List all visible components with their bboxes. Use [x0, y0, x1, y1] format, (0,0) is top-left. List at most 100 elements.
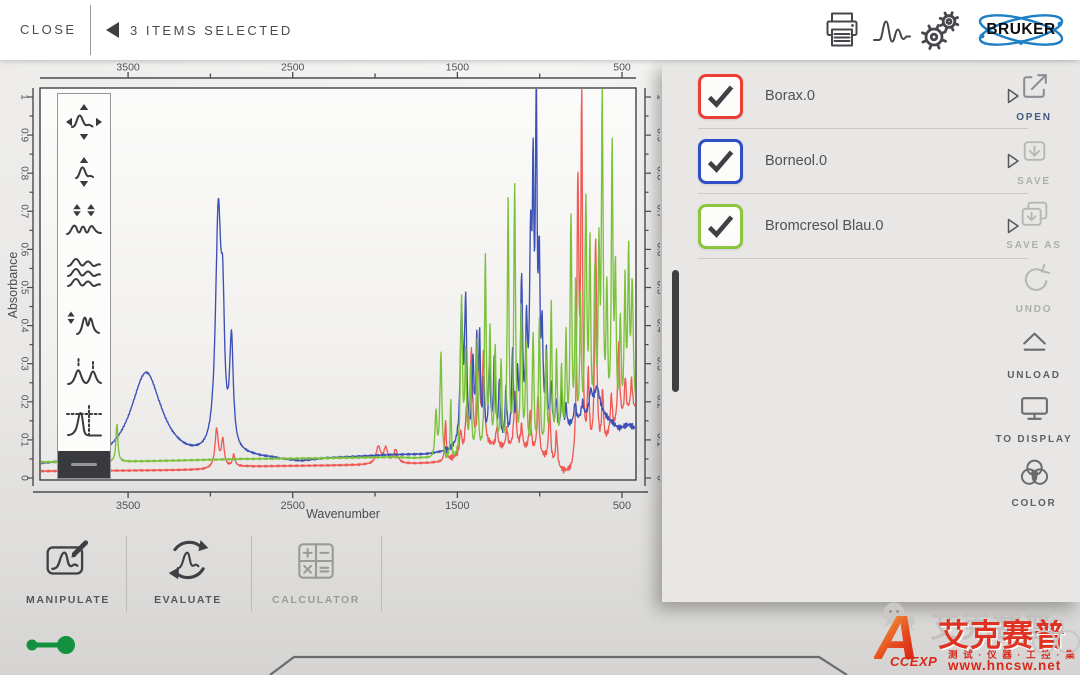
svg-text:0.9: 0.9	[19, 128, 30, 142]
check-icon	[707, 214, 734, 238]
eject-icon	[1018, 328, 1051, 361]
printer-icon	[824, 11, 860, 49]
action-label: SAVE AS	[990, 240, 1078, 251]
tool-show-peaks[interactable]	[62, 351, 106, 395]
svg-text:0.9: 0.9	[655, 128, 661, 142]
x-axis-label: Wavenumber	[243, 507, 443, 521]
palette-drag-handle[interactable]	[58, 451, 110, 478]
check-icon	[707, 149, 734, 173]
show-peaks-icon	[64, 353, 104, 393]
svg-text:0.3: 0.3	[655, 357, 661, 371]
scale-y-icon	[64, 152, 104, 192]
tool-scale-peaks[interactable]	[62, 200, 106, 244]
spectrum-list-item[interactable]: Bromcresol Blau.0	[698, 194, 1028, 259]
settings-gears-icon	[919, 9, 962, 52]
svg-text:1500: 1500	[446, 62, 470, 74]
check-icon	[707, 84, 734, 108]
svg-text:0.5: 0.5	[655, 281, 661, 295]
open-external-icon	[1018, 70, 1051, 103]
settings-button[interactable]	[919, 9, 962, 52]
bottom-action-calculator[interactable]: CALCULATOR	[252, 537, 380, 606]
spectrum-toolbar	[57, 93, 111, 479]
zoom-cursor-icon	[64, 403, 104, 443]
spectrum-name: Borax.0	[765, 88, 1007, 104]
action-open[interactable]: OPEN	[990, 70, 1078, 123]
spectrum-name: Borneol.0	[765, 153, 1007, 169]
divider	[90, 5, 91, 55]
divider	[126, 536, 127, 612]
svg-text:1: 1	[655, 94, 661, 100]
common-scale-icon	[64, 303, 104, 343]
evaluate-icon	[164, 537, 212, 585]
svg-text:0.7: 0.7	[19, 204, 30, 218]
selection-label: 3 ITEMS SELECTED	[130, 23, 293, 38]
svg-text:500: 500	[613, 62, 631, 74]
action-label: OPEN	[990, 112, 1078, 123]
svg-text:0.1: 0.1	[655, 433, 661, 447]
tool-zoom-cursor[interactable]	[62, 401, 106, 445]
action-label: UNDO	[990, 304, 1078, 315]
svg-text:0.8: 0.8	[655, 166, 661, 180]
spectrum-checkbox[interactable]	[698, 139, 743, 184]
tool-move-spectrum[interactable]	[62, 100, 106, 144]
back-arrow-icon	[106, 22, 119, 38]
bottom-action-label: CALCULATOR	[252, 594, 380, 606]
divider	[381, 536, 382, 612]
top-bar: CLOSE 3 ITEMS SELECTED BRUKER	[0, 0, 1080, 60]
bruker-logo: BRUKER	[976, 9, 1066, 51]
bottom-action-evaluate[interactable]: EVALUATE	[126, 537, 250, 606]
action-color[interactable]: COLOR	[990, 456, 1078, 509]
close-button[interactable]: CLOSE	[20, 0, 77, 60]
app-root: 350035002500250015001500500500000.10.10.…	[0, 0, 1080, 675]
spectrum-view-button[interactable]	[872, 16, 912, 46]
action-label: SAVE	[990, 176, 1078, 187]
action-save-as[interactable]: SAVE AS	[990, 198, 1078, 251]
y-axis-label: Absorbance	[6, 235, 20, 335]
undo-icon	[1018, 262, 1051, 295]
green-link-indicator[interactable]	[20, 632, 100, 658]
action-undo[interactable]: UNDO	[990, 262, 1078, 315]
action-to-display[interactable]: TO DISPLAY	[990, 392, 1078, 445]
svg-text:0.4: 0.4	[655, 319, 661, 333]
svg-text:3500: 3500	[116, 62, 140, 74]
action-label: TO DISPLAY	[990, 434, 1078, 445]
svg-text:0.6: 0.6	[19, 242, 30, 256]
spectrum-icon	[872, 16, 912, 46]
action-save[interactable]: SAVE	[990, 134, 1078, 187]
panel-scrollbar[interactable]	[672, 270, 679, 392]
svg-text:0.2: 0.2	[655, 395, 661, 409]
selection-indicator[interactable]: 3 ITEMS SELECTED	[106, 0, 293, 60]
spectrum-list-item[interactable]: Borax.0	[698, 64, 1028, 129]
spectrum-checkbox[interactable]	[698, 74, 743, 119]
svg-text:1: 1	[19, 94, 30, 100]
spectra-panel: Borax.0 Borneol.0 Bromcresol Blau.0 OPEN SA…	[662, 62, 1080, 602]
tool-common-scale[interactable]	[62, 301, 106, 345]
tool-stack-spectra[interactable]	[62, 251, 106, 295]
svg-text:0.3: 0.3	[19, 357, 30, 371]
spectrum-checkbox[interactable]	[698, 204, 743, 249]
save-icon	[1018, 134, 1051, 167]
bruker-wordmark: BRUKER	[976, 9, 1066, 51]
svg-text:0.5: 0.5	[19, 281, 30, 295]
stack-spectra-icon	[64, 253, 104, 293]
spectra-list: Borax.0 Borneol.0 Bromcresol Blau.0	[698, 64, 1028, 259]
chat-bubbles-icon	[880, 602, 920, 634]
calculator-icon	[292, 537, 340, 585]
svg-text:1500: 1500	[445, 500, 469, 512]
action-unload[interactable]: UNLOAD	[990, 328, 1078, 381]
spectrum-list-item[interactable]: Borneol.0	[698, 129, 1028, 194]
svg-text:0: 0	[655, 475, 661, 481]
move-spectrum-icon	[64, 102, 104, 142]
manipulate-icon	[44, 537, 92, 585]
svg-text:0: 0	[19, 475, 30, 481]
svg-text:0.1: 0.1	[19, 433, 30, 447]
divider	[251, 536, 252, 612]
bottom-action-manipulate[interactable]: MANIPULATE	[12, 537, 124, 606]
svg-text:2500: 2500	[281, 62, 305, 74]
bottom-action-label: MANIPULATE	[12, 594, 124, 606]
svg-text:0.8: 0.8	[19, 166, 30, 180]
tool-scale-y[interactable]	[62, 150, 106, 194]
display-icon	[1018, 392, 1051, 425]
bottom-tray-outline	[0, 650, 1080, 675]
print-button[interactable]	[824, 11, 860, 49]
